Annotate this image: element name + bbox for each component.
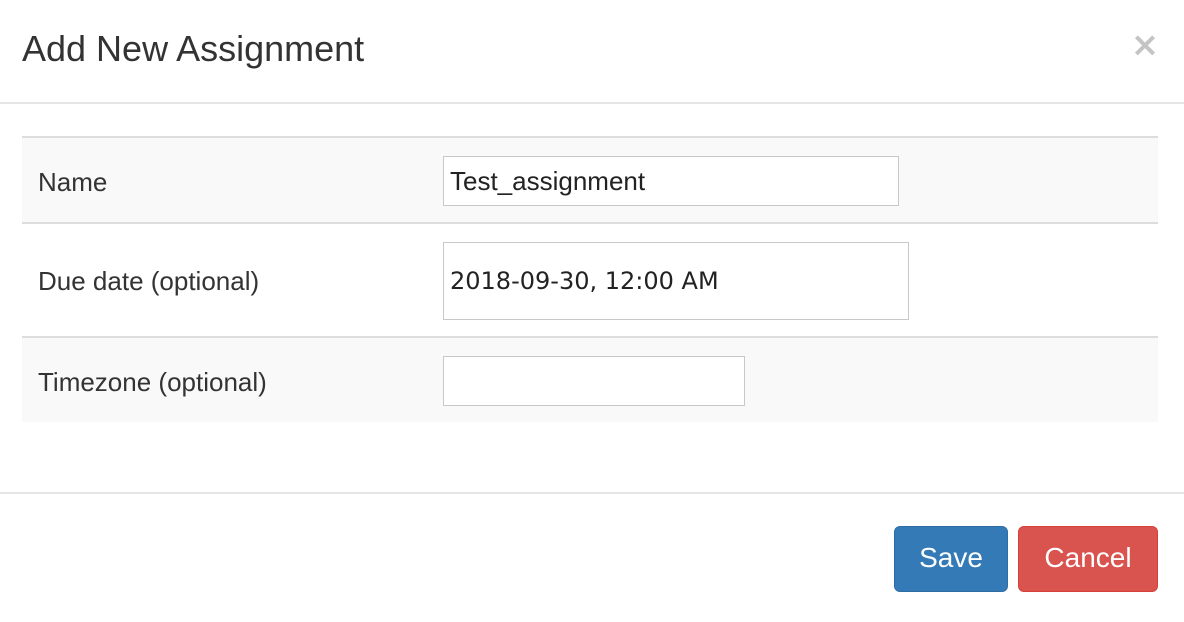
dialog-footer: Save Cancel [0,492,1184,622]
due-date-input[interactable] [443,242,909,320]
timezone-input[interactable] [443,356,745,406]
timezone-label: Timezone (optional) [38,367,267,397]
form-row-name: Name [22,136,1158,223]
add-assignment-dialog: Add New Assignment × Name Due date (opti… [0,0,1184,622]
name-label: Name [38,167,108,197]
due-date-label: Due date (optional) [38,266,260,296]
name-input[interactable] [443,156,899,206]
close-icon[interactable]: × [1128,26,1162,64]
save-button[interactable]: Save [894,526,1008,592]
dialog-header: Add New Assignment × [0,0,1184,104]
form-row-timezone: Timezone (optional) [22,336,1158,422]
form-row-due-date: Due date (optional) [22,222,1158,337]
dialog-title: Add New Assignment [22,28,365,69]
cancel-button[interactable]: Cancel [1018,526,1158,592]
